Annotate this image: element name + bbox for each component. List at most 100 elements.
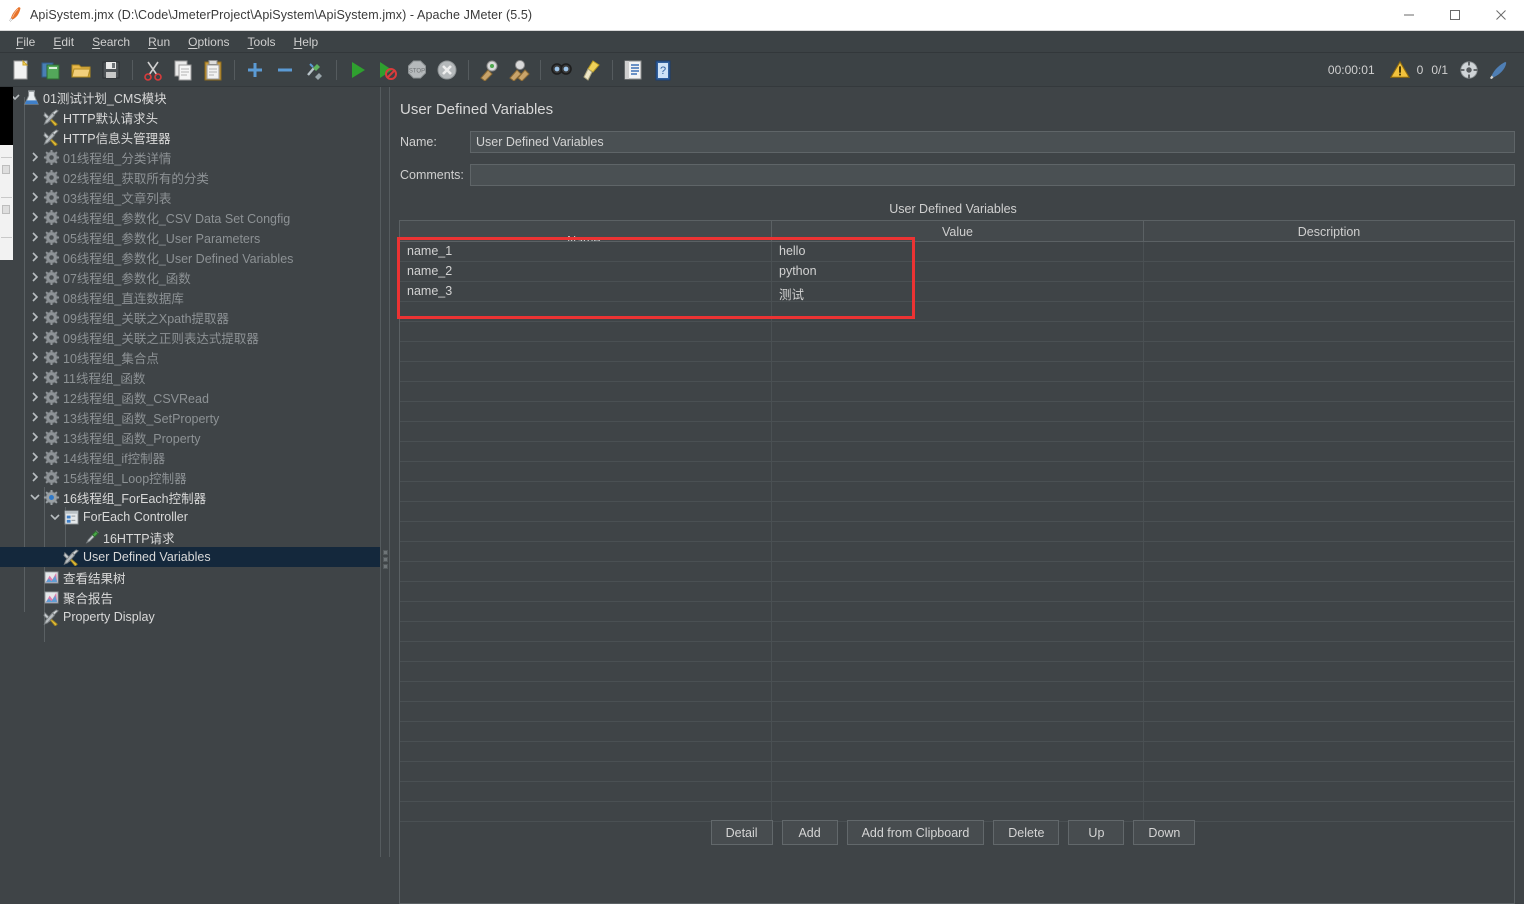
- table-cell-value[interactable]: python: [772, 262, 1144, 281]
- table-cell-empty[interactable]: [400, 382, 772, 401]
- table-cell-empty[interactable]: [1144, 442, 1514, 461]
- chevron-right-icon[interactable]: [28, 267, 42, 287]
- table-cell-empty[interactable]: [1144, 722, 1514, 741]
- table-cell-empty[interactable]: [400, 422, 772, 441]
- chevron-right-icon[interactable]: [28, 427, 42, 447]
- chevron-right-icon[interactable]: [28, 327, 42, 347]
- tree-node[interactable]: Property Display: [0, 607, 380, 627]
- tree-node[interactable]: HTTP信息头管理器: [0, 127, 380, 147]
- chevron-right-icon[interactable]: [28, 447, 42, 467]
- shutdown-icon[interactable]: [434, 57, 460, 83]
- table-cell-empty[interactable]: [400, 502, 772, 521]
- tree-node[interactable]: 01线程组_分类详情: [0, 147, 380, 167]
- tree-node[interactable]: 16线程组_ForEach控制器: [0, 487, 380, 507]
- table-cell-empty[interactable]: [1144, 422, 1514, 441]
- cut-icon[interactable]: [140, 57, 166, 83]
- paste-icon[interactable]: [200, 57, 226, 83]
- table-cell-empty[interactable]: [772, 482, 1144, 501]
- table-cell-empty[interactable]: [772, 322, 1144, 341]
- table-cell-empty[interactable]: [772, 682, 1144, 701]
- table-cell-empty[interactable]: [400, 742, 772, 761]
- tree-node[interactable]: 16HTTP请求: [0, 527, 380, 547]
- table-cell-empty[interactable]: [1144, 482, 1514, 501]
- table-row[interactable]: name_1 hello: [400, 242, 1514, 262]
- table-cell-empty[interactable]: [400, 542, 772, 561]
- chevron-right-icon[interactable]: [28, 187, 42, 207]
- copy-icon[interactable]: [170, 57, 196, 83]
- table-cell-empty[interactable]: [400, 442, 772, 461]
- table-row-empty[interactable]: [400, 602, 1514, 622]
- collapse-all-icon[interactable]: [272, 57, 298, 83]
- detail-button[interactable]: Detail: [710, 820, 773, 845]
- chevron-right-icon[interactable]: [28, 147, 42, 167]
- table-row-empty[interactable]: [400, 722, 1514, 742]
- tree-node[interactable]: 查看结果树: [0, 567, 380, 587]
- name-input[interactable]: User Defined Variables: [470, 131, 1515, 153]
- help-icon[interactable]: ?: [650, 57, 676, 83]
- table-cell-value[interactable]: 测试: [772, 282, 1144, 301]
- table-cell-empty[interactable]: [772, 502, 1144, 521]
- table-row-empty[interactable]: [400, 442, 1514, 462]
- variables-table[interactable]: Name: Value Description name_1 hello name_2 p…: [399, 220, 1515, 904]
- search-icon[interactable]: [548, 57, 574, 83]
- table-cell-empty[interactable]: [400, 462, 772, 481]
- table-cell-description[interactable]: [1144, 282, 1514, 301]
- table-row-empty[interactable]: [400, 502, 1514, 522]
- table-row-empty[interactable]: [400, 582, 1514, 602]
- search-reset-icon[interactable]: [578, 57, 604, 83]
- table-cell-empty[interactable]: [400, 662, 772, 681]
- table-cell-empty[interactable]: [400, 602, 772, 621]
- table-cell-empty[interactable]: [772, 402, 1144, 421]
- table-row-empty[interactable]: [400, 642, 1514, 662]
- table-cell-empty[interactable]: [400, 622, 772, 641]
- table-cell-empty[interactable]: [1144, 682, 1514, 701]
- table-cell-empty[interactable]: [1144, 402, 1514, 421]
- table-cell-empty[interactable]: [1144, 382, 1514, 401]
- table-cell-empty[interactable]: [400, 362, 772, 381]
- table-row-empty[interactable]: [400, 362, 1514, 382]
- table-cell-empty[interactable]: [772, 802, 1144, 821]
- open-icon[interactable]: [68, 57, 94, 83]
- table-row-empty[interactable]: [400, 662, 1514, 682]
- add-button[interactable]: Add: [781, 820, 838, 845]
- table-cell-empty[interactable]: [772, 742, 1144, 761]
- table-cell-empty[interactable]: [400, 722, 772, 741]
- table-cell-name[interactable]: name_3: [400, 282, 772, 301]
- toggle-icon[interactable]: [302, 57, 328, 83]
- tree-node[interactable]: 13线程组_函数_Property: [0, 427, 380, 447]
- table-cell-empty[interactable]: [772, 662, 1144, 681]
- table-cell-empty[interactable]: [400, 562, 772, 581]
- column-header-value[interactable]: Value: [772, 221, 1144, 241]
- table-row-empty[interactable]: [400, 562, 1514, 582]
- table-row-empty[interactable]: [400, 802, 1514, 822]
- tree-node[interactable]: 15线程组_Loop控制器: [0, 467, 380, 487]
- table-cell-empty[interactable]: [400, 302, 772, 321]
- table-cell-empty[interactable]: [1144, 642, 1514, 661]
- clear-all-icon[interactable]: [506, 57, 532, 83]
- tree-node[interactable]: 13线程组_函数_SetProperty: [0, 407, 380, 427]
- menu-item-file[interactable]: File: [7, 33, 44, 51]
- table-row-empty[interactable]: [400, 342, 1514, 362]
- chevron-right-icon[interactable]: [28, 347, 42, 367]
- chevron-right-icon[interactable]: [28, 227, 42, 247]
- table-cell-empty[interactable]: [1144, 302, 1514, 321]
- table-cell-empty[interactable]: [1144, 562, 1514, 581]
- warning-triangle-icon[interactable]: [1387, 57, 1413, 83]
- menu-item-tools[interactable]: Tools: [239, 33, 285, 51]
- table-cell-empty[interactable]: [400, 582, 772, 601]
- table-cell-empty[interactable]: [400, 402, 772, 421]
- table-cell-empty[interactable]: [772, 522, 1144, 541]
- chevron-down-icon[interactable]: [28, 487, 42, 507]
- tree-node[interactable]: HTTP默认请求头: [0, 107, 380, 127]
- table-cell-empty[interactable]: [400, 642, 772, 661]
- table-cell-empty[interactable]: [1144, 742, 1514, 761]
- tree-node[interactable]: 06线程组_参数化_User Defined Variables: [0, 247, 380, 267]
- table-row-empty[interactable]: [400, 622, 1514, 642]
- table-row-empty[interactable]: [400, 682, 1514, 702]
- table-cell-empty[interactable]: [400, 522, 772, 541]
- tree-node[interactable]: 08线程组_直连数据库: [0, 287, 380, 307]
- delete-button[interactable]: Delete: [993, 820, 1060, 845]
- table-row-empty[interactable]: [400, 542, 1514, 562]
- table-body[interactable]: name_1 hello name_2 python name_3 测试: [400, 242, 1514, 822]
- table-row-empty[interactable]: [400, 702, 1514, 722]
